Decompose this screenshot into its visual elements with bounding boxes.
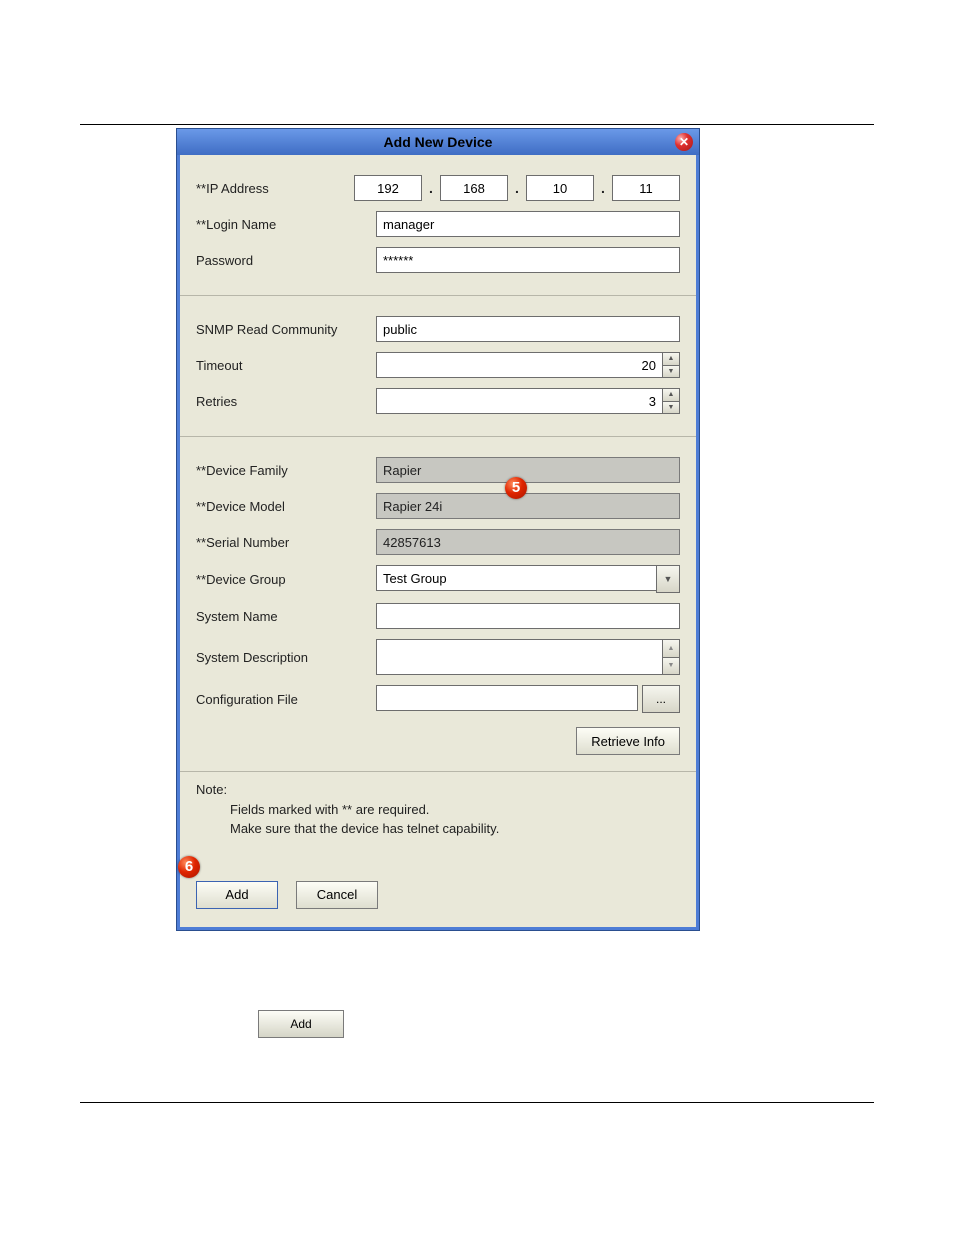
dropdown-icon[interactable]: ▼ <box>656 565 680 593</box>
retries-down-icon[interactable]: ▼ <box>662 402 680 415</box>
inline-add-button: Add <box>258 1010 344 1038</box>
connection-section: **IP Address . . . **Login Name <box>180 155 696 295</box>
system-description-label: System Description <box>196 650 376 665</box>
timeout-label: Timeout <box>196 358 376 373</box>
ip-octet-2[interactable] <box>440 175 508 201</box>
login-name-field[interactable] <box>376 211 680 237</box>
password-label: Password <box>196 253 376 268</box>
scroll-up-icon[interactable]: ▲ <box>662 639 680 658</box>
retries-label: Retries <box>196 394 376 409</box>
retrieve-info-button[interactable]: Retrieve Info <box>576 727 680 755</box>
snmp-community-label: SNMP Read Community <box>196 322 376 337</box>
ip-octet-1[interactable] <box>354 175 422 201</box>
page: Add New Device ✕ **IP Address . . . <box>0 0 954 1235</box>
note-line-1: Fields marked with ** are required. <box>230 801 680 820</box>
ip-dot: . <box>428 180 434 196</box>
note-section: Note: Fields marked with ** are required… <box>180 771 696 927</box>
configuration-file-field[interactable] <box>376 685 638 711</box>
dialog-titlebar: Add New Device ✕ <box>177 129 699 155</box>
dialog-body: **IP Address . . . **Login Name <box>177 155 699 930</box>
snmp-community-field[interactable] <box>376 316 680 342</box>
password-field[interactable] <box>376 247 680 273</box>
retries-field[interactable] <box>376 388 662 414</box>
scroll-down-icon[interactable]: ▼ <box>662 658 680 676</box>
login-name-label: **Login Name <box>196 217 376 232</box>
callout-badge-5: 5 <box>505 477 527 499</box>
configuration-file-label: Configuration File <box>196 692 376 707</box>
note-heading: Note: <box>196 782 680 797</box>
device-model-field <box>376 493 680 519</box>
ip-octet-3[interactable] <box>526 175 594 201</box>
ip-address-label: **IP Address <box>196 181 354 196</box>
system-name-label: System Name <box>196 609 376 624</box>
bottom-divider <box>80 1102 874 1103</box>
serial-number-label: **Serial Number <box>196 535 376 550</box>
dialog-title: Add New Device <box>384 134 493 150</box>
cancel-button[interactable]: Cancel <box>296 881 378 909</box>
add-button[interactable]: Add <box>196 881 278 909</box>
ip-dot: . <box>514 180 520 196</box>
ip-address-field: . . . <box>354 175 680 201</box>
note-line-2: Make sure that the device has telnet cap… <box>230 820 680 839</box>
device-group-label: **Device Group <box>196 572 376 587</box>
browse-button[interactable]: ... <box>642 685 680 713</box>
system-description-field[interactable] <box>376 639 662 675</box>
timeout-field[interactable] <box>376 352 662 378</box>
device-info-section: **Device Family **Device Model **Serial … <box>180 436 696 771</box>
ip-dot: . <box>600 180 606 196</box>
timeout-up-icon[interactable]: ▲ <box>662 352 680 366</box>
device-model-label: **Device Model <box>196 499 376 514</box>
add-device-dialog: Add New Device ✕ **IP Address . . . <box>176 128 700 931</box>
retries-up-icon[interactable]: ▲ <box>662 388 680 402</box>
device-group-field[interactable] <box>376 565 656 591</box>
ip-octet-4[interactable] <box>612 175 680 201</box>
device-family-field <box>376 457 680 483</box>
device-family-label: **Device Family <box>196 463 376 478</box>
timeout-down-icon[interactable]: ▼ <box>662 366 680 379</box>
callout-badge-6: 6 <box>178 856 200 878</box>
snmp-section: SNMP Read Community Timeout ▲ ▼ <box>180 295 696 436</box>
serial-number-field <box>376 529 680 555</box>
close-icon[interactable]: ✕ <box>675 133 693 151</box>
top-divider <box>80 124 874 125</box>
system-name-field[interactable] <box>376 603 680 629</box>
